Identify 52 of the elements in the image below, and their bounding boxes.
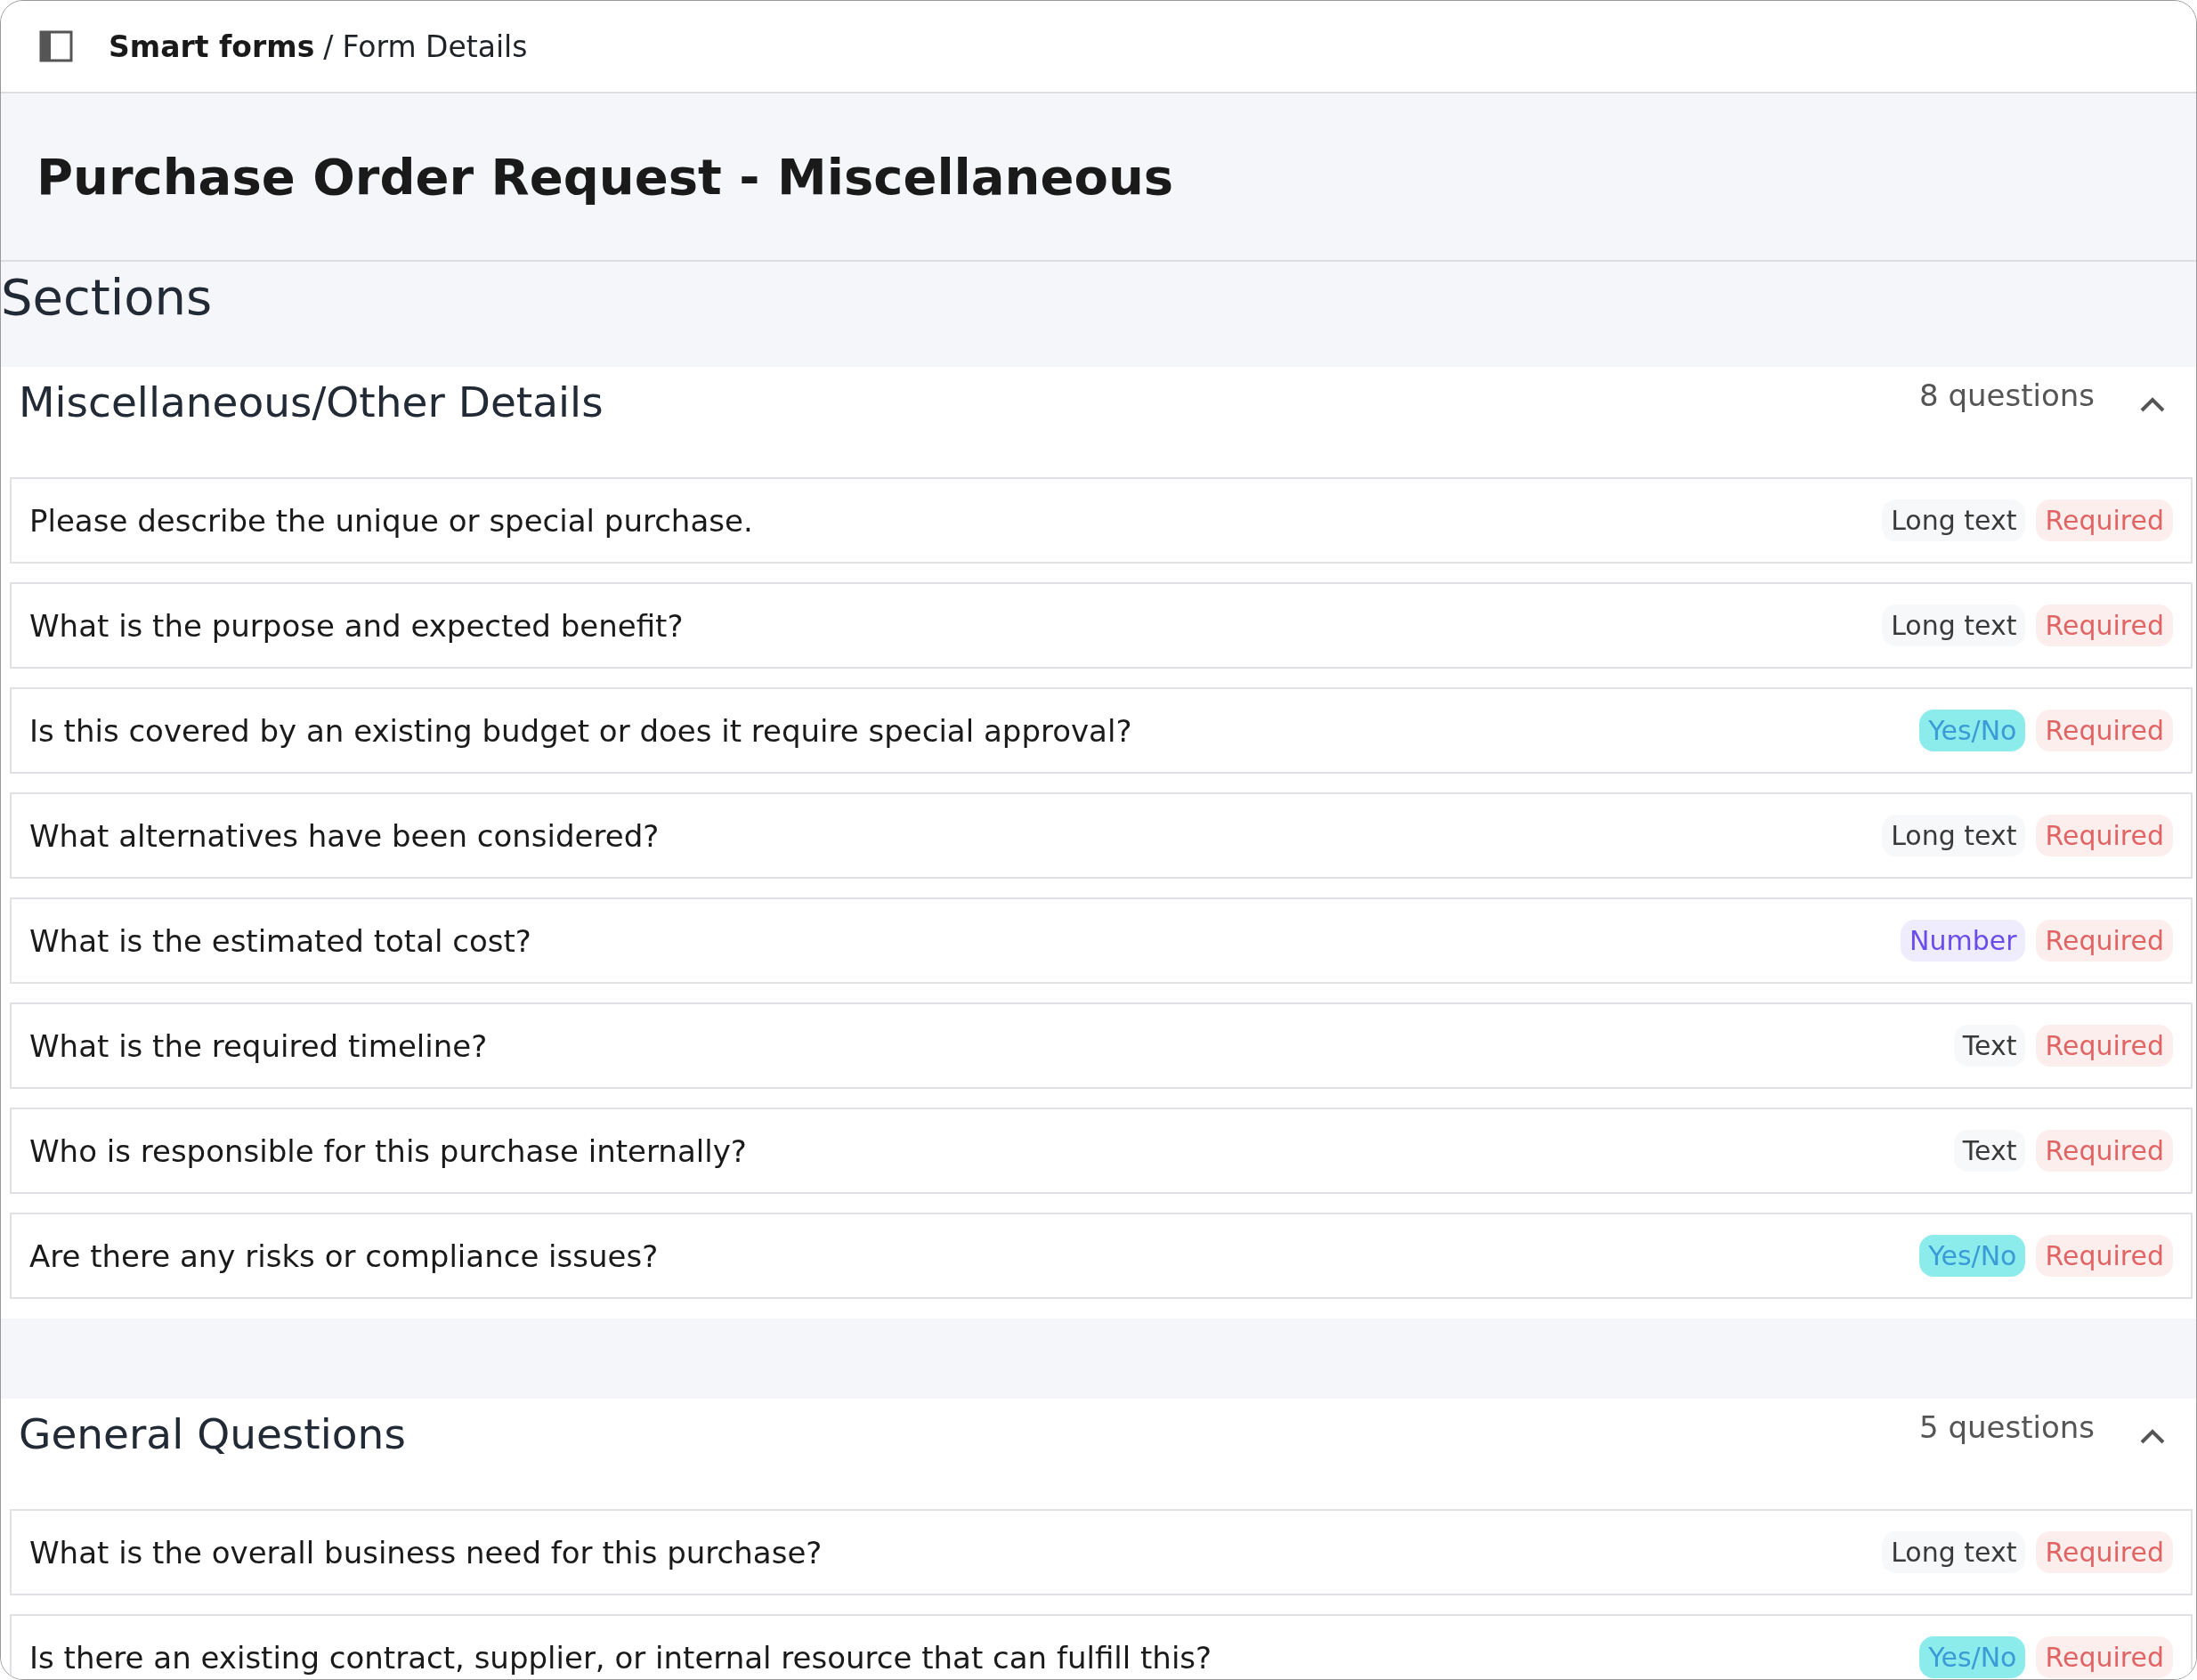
section-title: General Questions xyxy=(19,1409,407,1458)
question-type-tag: Text xyxy=(1953,1025,2026,1067)
question-type-tag: Long text xyxy=(1882,1531,2026,1573)
question-row[interactable]: Is there an existing contract, supplier, or internal resource that can fulfill this? Yes/No Required xyxy=(10,1614,2193,1679)
question-count: 8 questions xyxy=(1918,377,2095,413)
form-title: Purchase Order Request - Miscellaneous xyxy=(36,148,1174,206)
question-text: What is the overall business need for this purchase? xyxy=(29,1534,823,1570)
question-text: What is the required timeline? xyxy=(29,1027,489,1064)
question-count: 5 questions xyxy=(1918,1409,2095,1445)
question-text: What is the purpose and expected benefit? xyxy=(29,607,685,644)
required-tag: Required xyxy=(2036,920,2173,962)
required-tag: Required xyxy=(2036,1531,2173,1573)
question-type-tag: Yes/No xyxy=(1919,710,2026,751)
question-text: Are there any risks or compliance issues? xyxy=(29,1238,660,1274)
question-text: What is the estimated total cost? xyxy=(29,922,532,959)
question-text: What alternatives have been considered? xyxy=(29,817,661,854)
question-row[interactable]: Please describe the unique or special purchase. Long text Required xyxy=(10,477,2193,564)
question-text: Please describe the unique or special purchase. xyxy=(29,502,754,539)
question-row[interactable]: Who is responsible for this purchase internally? Text Required xyxy=(10,1108,2193,1194)
required-tag: Required xyxy=(2036,710,2173,751)
question-row[interactable]: What is the purpose and expected benefit? Long text Required xyxy=(10,582,2193,669)
question-type-tag: Long text xyxy=(1882,499,2026,541)
question-row[interactable]: Are there any risks or compliance issues? Yes/No Required xyxy=(10,1213,2193,1299)
question-row[interactable]: Is this covered by an existing budget or does it require special approval? Yes/No Required xyxy=(10,687,2193,774)
question-row[interactable]: What alternatives have been considered? Long text Required xyxy=(10,792,2193,879)
sidebar-toggle-icon[interactable] xyxy=(39,30,73,62)
question-type-tag: Long text xyxy=(1882,815,2026,856)
question-text: Who is responsible for this purchase internally? xyxy=(29,1132,748,1169)
required-tag: Required xyxy=(2036,1130,2173,1172)
question-type-tag: Number xyxy=(1900,920,2026,962)
required-tag: Required xyxy=(2036,605,2173,646)
question-text: Is there an existing contract, supplier, or internal resource that can fulfill this? xyxy=(29,1639,1213,1676)
breadcrumb-current: Form Details xyxy=(342,28,528,64)
breadcrumb-link[interactable]: Smart forms xyxy=(109,28,315,64)
question-type-tag: Long text xyxy=(1882,605,2026,646)
required-tag: Required xyxy=(2036,499,2173,541)
section-title: Miscellaneous/Other Details xyxy=(19,377,604,426)
breadcrumb-separator: / xyxy=(323,28,334,64)
collapse-chevron-icon[interactable] xyxy=(2139,1427,2166,1445)
sections-heading: Sections xyxy=(1,267,214,322)
question-type-tag: Text xyxy=(1953,1130,2026,1172)
question-row[interactable]: What is the overall business need for this purchase? Long text Required xyxy=(10,1509,2193,1595)
question-row[interactable]: What is the required timeline? Text Required xyxy=(10,1002,2193,1089)
question-type-tag: Yes/No xyxy=(1919,1636,2026,1678)
question-type-tag: Yes/No xyxy=(1919,1235,2026,1277)
collapse-chevron-icon[interactable] xyxy=(2139,395,2166,413)
required-tag: Required xyxy=(2036,1025,2173,1067)
required-tag: Required xyxy=(2036,815,2173,856)
question-text: Is this covered by an existing budget or does it require special approval? xyxy=(29,712,1133,749)
question-row[interactable]: What is the estimated total cost? Number Required xyxy=(10,897,2193,984)
required-tag: Required xyxy=(2036,1636,2173,1678)
required-tag: Required xyxy=(2036,1235,2173,1277)
